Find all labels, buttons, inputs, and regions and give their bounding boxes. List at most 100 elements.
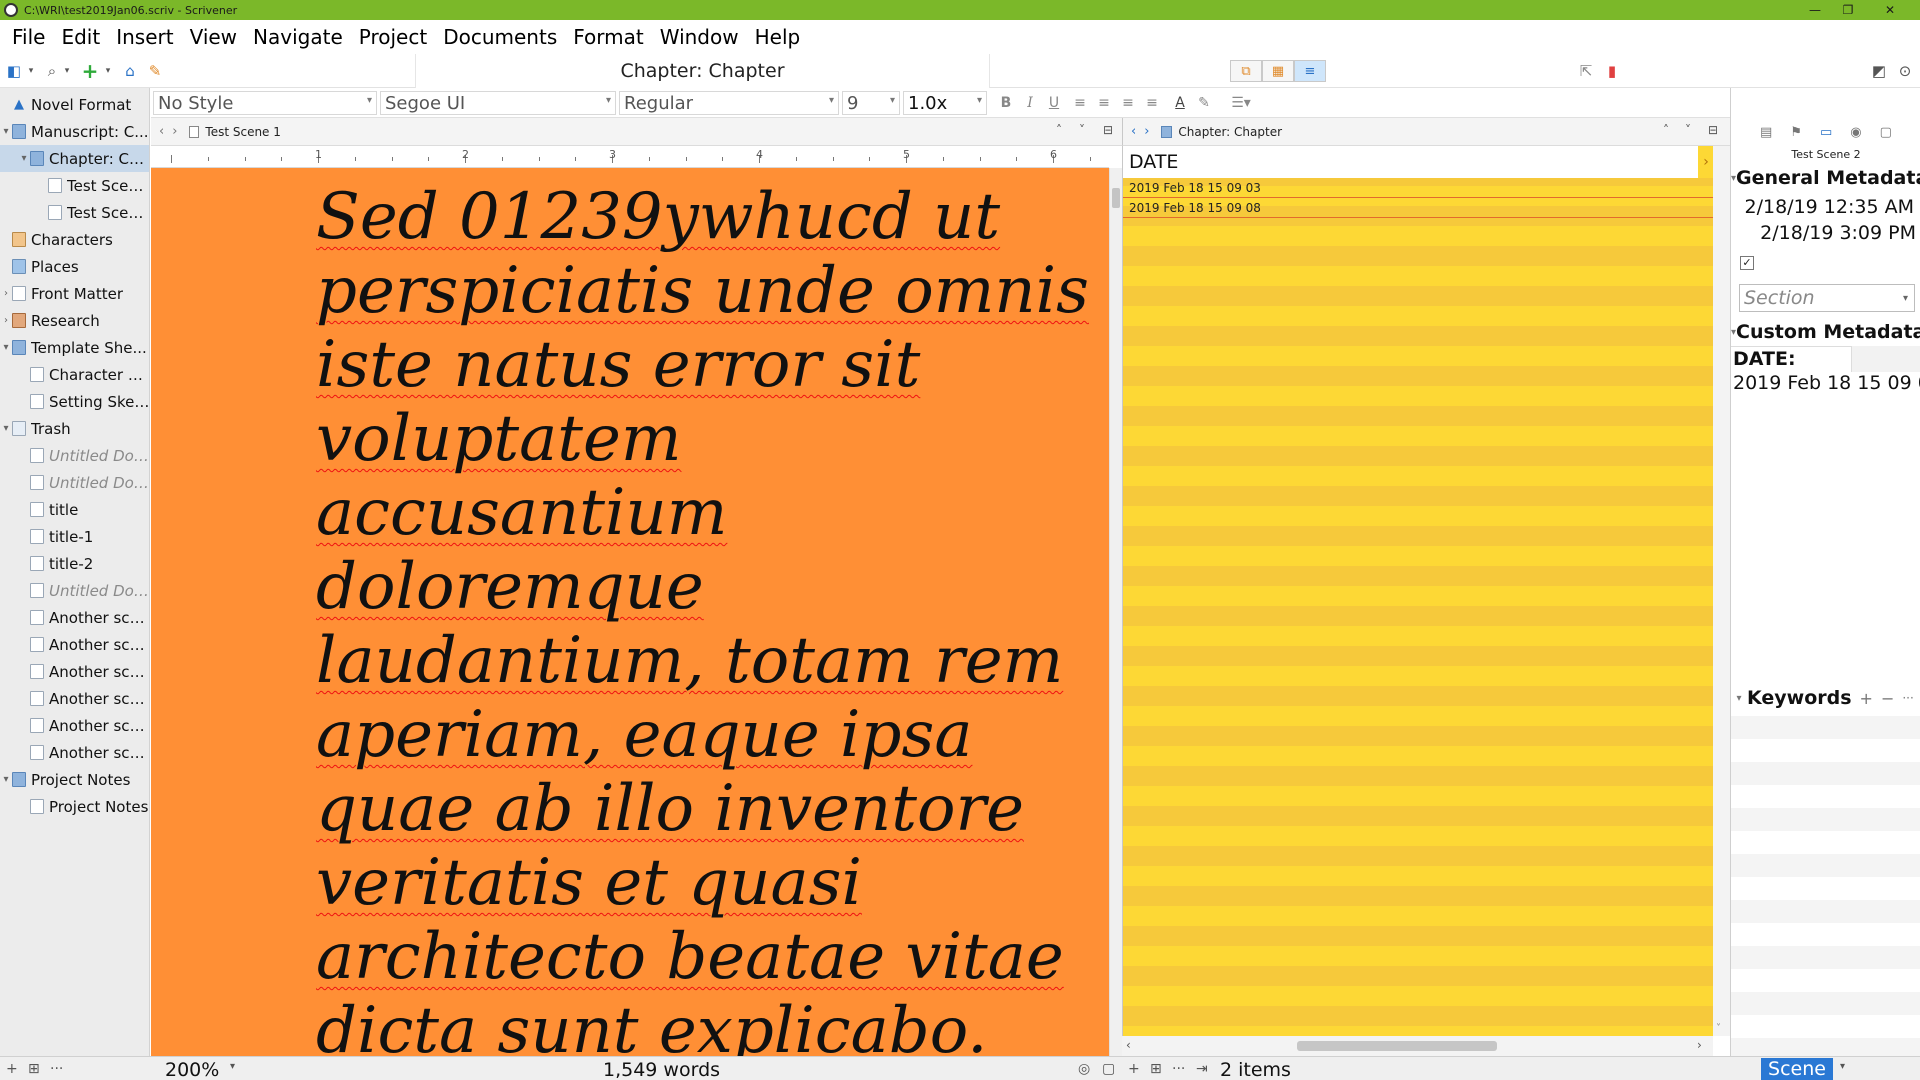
binder-item[interactable]: Another sce...	[0, 685, 149, 712]
binder-item[interactable]: title-1	[0, 523, 149, 550]
zoom-level[interactable]: 200%	[165, 1059, 219, 1080]
highlight-icon[interactable]: ✎	[1195, 94, 1213, 112]
metadata-tab-icon[interactable]: ▭	[1820, 125, 1832, 140]
add-folder-icon[interactable]: ⊞	[28, 1061, 40, 1077]
compile-icon[interactable]: ⇱	[1577, 61, 1595, 81]
align-right-icon[interactable]: ≡	[1143, 94, 1161, 112]
binder-item[interactable]: › Research	[0, 307, 149, 334]
zoom-dropdown-icon[interactable]: ▾	[230, 1061, 235, 1072]
binder-item[interactable]: Untitled Doc...	[0, 577, 149, 604]
disclosure-icon[interactable]: ▾	[0, 423, 12, 434]
add-icon[interactable]: +	[1128, 1061, 1140, 1077]
ruler[interactable]: 1 2 3 4 5 6	[151, 146, 1109, 168]
outliner-document-title[interactable]: Chapter: Chapter	[1178, 125, 1282, 139]
editor-scrollbar-thumb[interactable]	[1112, 188, 1120, 208]
maximize-icon[interactable]: ❐	[1828, 0, 1868, 20]
binder-item[interactable]: ▾ Manuscript: C...	[0, 118, 149, 145]
binder-item[interactable]: Another sce...	[0, 658, 149, 685]
font-weight-select[interactable]: Regular ▾	[619, 91, 839, 115]
notes-tab-icon[interactable]: ▤	[1760, 125, 1772, 140]
add-folder-icon[interactable]: ⊞	[1150, 1061, 1162, 1077]
outliner-view-icon[interactable]: ≡	[1294, 60, 1326, 82]
underline-button[interactable]: U	[1045, 94, 1063, 112]
binder-item[interactable]: ▾ Chapter: Ch...	[0, 145, 149, 172]
menu-navigate[interactable]: Navigate	[245, 25, 351, 49]
binder-item[interactable]: Characters	[0, 226, 149, 253]
bookmarks-tab-icon[interactable]: ⚑	[1790, 125, 1802, 140]
outliner-more-icon[interactable]: ···	[1172, 1061, 1185, 1077]
more-options-icon[interactable]: ⊙	[1896, 61, 1914, 81]
editor-text[interactable]: Sed 01239ywhucd ut perspiciatis unde omn…	[316, 180, 1106, 1056]
menu-file[interactable]: File	[4, 25, 53, 49]
keywords-list[interactable]	[1731, 716, 1920, 1056]
menu-edit[interactable]: Edit	[53, 25, 108, 49]
menu-project[interactable]: Project	[351, 25, 435, 49]
outliner-column-header[interactable]: DATE ›	[1123, 146, 1713, 178]
add-keyword-icon[interactable]: +	[1860, 689, 1873, 708]
editor-document-title[interactable]: Test Scene 1	[205, 125, 280, 139]
menu-window[interactable]: Window	[652, 25, 747, 49]
text-color-button[interactable]: A	[1171, 94, 1189, 112]
section-type-select[interactable]: Section ▾	[1739, 284, 1915, 312]
binder-item[interactable]: Another sce...	[0, 712, 149, 739]
scroll-down-icon[interactable]: ˅	[1716, 1023, 1721, 1034]
remove-keyword-icon[interactable]: −	[1881, 689, 1894, 708]
outliner-scrollbar[interactable]: ˅	[1713, 146, 1730, 1036]
keywords-more-icon[interactable]: ···	[1902, 691, 1913, 705]
binder-toggle-dropdown-icon[interactable]: ▾	[26, 61, 36, 81]
align-center-icon[interactable]: ≡	[1095, 94, 1113, 112]
binder-item[interactable]: ▾ Trash	[0, 415, 149, 442]
disclosure-icon[interactable]: ▾	[0, 126, 12, 137]
previous-document-icon[interactable]: ˄	[1663, 123, 1669, 137]
binder-item[interactable]: Test Scene 1	[0, 172, 149, 199]
binder-more-icon[interactable]: ···	[50, 1061, 63, 1077]
general-metadata-section[interactable]: ▾ General Metadata	[1731, 166, 1920, 190]
add-dropdown-icon[interactable]: ▾	[103, 61, 113, 81]
column-chevron-icon[interactable]: ›	[1698, 146, 1713, 178]
document-type-badge[interactable]: Scene	[1761, 1058, 1833, 1080]
style-select[interactable]: No Style ▾	[153, 91, 377, 115]
binder-toggle-icon[interactable]: ◧	[6, 61, 22, 81]
menu-view[interactable]: View	[182, 25, 245, 49]
disclosure-icon[interactable]: ▾	[18, 153, 30, 164]
add-item-icon[interactable]: +	[82, 59, 99, 83]
line-spacing-select[interactable]: 1.0x ▾	[903, 91, 987, 115]
search-icon[interactable]: ⌕	[44, 61, 60, 81]
chevron-down-icon[interactable]: ▾	[1731, 693, 1747, 704]
disclosure-icon[interactable]: ▾	[0, 774, 12, 785]
binder-item[interactable]: ▾ Template She...	[0, 334, 149, 361]
custom-metadata-section[interactable]: ▾ Custom Metadata	[1731, 320, 1920, 344]
outliner-row[interactable]: 2019 Feb 18 15 09 08	[1123, 198, 1713, 218]
move-icon[interactable]: ⇥	[1196, 1061, 1208, 1077]
binder-item[interactable]: Untitled Doc...	[0, 469, 149, 496]
keywords-section[interactable]: ▾ Keywords + − ···	[1731, 686, 1920, 710]
scroll-left-icon[interactable]: ‹	[1126, 1038, 1131, 1052]
binder-item[interactable]: title	[0, 496, 149, 523]
binder-item[interactable]: Another sce...	[0, 631, 149, 658]
split-editor-icon[interactable]: ⊟	[1103, 123, 1113, 137]
annotation-icon[interactable]: ▢	[1102, 1061, 1115, 1077]
scrivenings-view-icon[interactable]: ⧉	[1230, 60, 1262, 82]
quick-reference-icon[interactable]: ✎	[146, 61, 164, 81]
scroll-right-icon[interactable]: ›	[1697, 1038, 1702, 1052]
target-icon[interactable]: ◎	[1078, 1061, 1090, 1077]
custom-metadata-value[interactable]: 2019 Feb 18 15 09 08	[1733, 372, 1920, 394]
menu-format[interactable]: Format	[565, 25, 651, 49]
horizontal-scroll-thumb[interactable]	[1297, 1041, 1497, 1051]
outliner-row[interactable]: 2019 Feb 18 15 09 03	[1123, 178, 1713, 198]
forward-arrow-icon[interactable]: ›	[1144, 124, 1149, 139]
date-column-header[interactable]: DATE	[1129, 151, 1178, 173]
binder-item[interactable]: Character S...	[0, 361, 149, 388]
binder-item[interactable]: Project Notes	[0, 793, 149, 820]
document-type-dropdown-icon[interactable]: ▾	[1840, 1061, 1845, 1072]
corkboard-view-icon[interactable]: ▦	[1262, 60, 1294, 82]
add-icon[interactable]: +	[6, 1061, 18, 1077]
next-document-icon[interactable]: ˅	[1685, 123, 1691, 137]
align-justify-icon[interactable]: ≡	[1119, 94, 1137, 112]
list-style-icon[interactable]: ☰▾	[1227, 94, 1255, 112]
editor-page[interactable]: Sed 01239ywhucd ut perspiciatis unde omn…	[151, 168, 1109, 1056]
outliner-horizontal-scrollbar[interactable]: ‹ ›	[1122, 1036, 1713, 1056]
disclosure-icon[interactable]: ›	[0, 288, 12, 299]
menu-insert[interactable]: Insert	[108, 25, 181, 49]
word-count[interactable]: 1,549 words	[603, 1059, 720, 1080]
